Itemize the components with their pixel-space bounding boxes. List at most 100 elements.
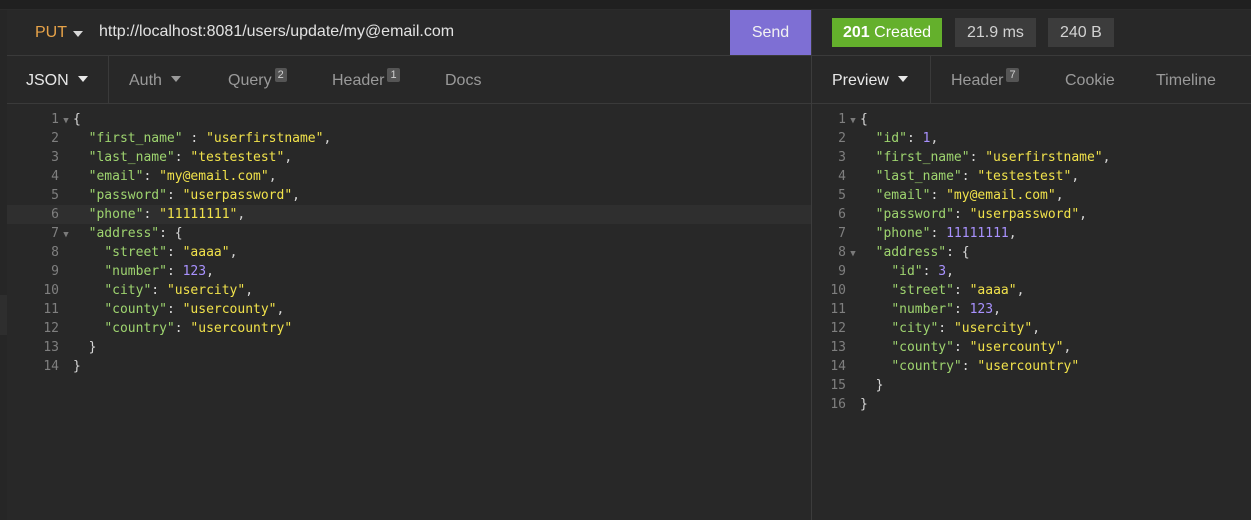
- code-token: "usercity": [953, 321, 1033, 336]
- url-input[interactable]: http://localhost:8081/users/update/my@em…: [99, 23, 454, 41]
- code-line: 3 "last_name": "testestest",: [7, 148, 811, 167]
- line-number: 9: [51, 264, 59, 279]
- line-number: 4: [51, 169, 59, 184]
- code-line: 3 "first_name": "userfirstname",: [794, 148, 1251, 167]
- code-token: "street": [104, 245, 167, 260]
- code-token: :: [930, 188, 947, 203]
- sidebar-strip: [0, 10, 7, 520]
- line-number: 10: [830, 283, 846, 298]
- code-token: ,: [268, 169, 277, 184]
- line-number: 7: [838, 226, 846, 241]
- code-token: "last_name": [88, 150, 175, 165]
- line-number: 16: [830, 397, 846, 412]
- code-token: ,: [930, 131, 939, 146]
- response-time-badge: 21.9 ms: [955, 18, 1036, 47]
- request-body-editor[interactable]: 1 ▼{2 "first_name" : "userfirstname", 3 "l…: [7, 110, 811, 376]
- response-tabs: Preview Header 7 Cookie Timeline: [812, 56, 1251, 104]
- code-token: ,: [323, 131, 332, 146]
- tab-header[interactable]: Header 1: [332, 56, 400, 103]
- line-number: 3: [838, 150, 846, 165]
- code-token: : {: [159, 226, 183, 241]
- tab-label: Preview: [832, 72, 889, 89]
- code-token: "last_name": [875, 169, 962, 184]
- code-line: 9 "id": 3,: [794, 262, 1251, 281]
- tab-auth[interactable]: Auth: [129, 56, 181, 103]
- code-token: ,: [1016, 283, 1025, 298]
- code-token: {: [73, 112, 81, 127]
- method-selector[interactable]: PUT: [35, 24, 67, 42]
- line-number: 11: [43, 302, 59, 317]
- chevron-down-icon[interactable]: [73, 31, 83, 37]
- code-token: :: [969, 150, 986, 165]
- code-token: ,: [1032, 321, 1041, 336]
- request-tabs: JSON Auth Query 2 Header 1 Docs: [7, 56, 811, 104]
- tab-query[interactable]: Query 2: [228, 56, 287, 103]
- code-token: :: [151, 283, 167, 298]
- tab-cookie[interactable]: Cookie: [1065, 56, 1115, 103]
- code-token: "first_name": [88, 131, 183, 146]
- response-pane: 201 Created 21.9 ms 240 B Preview Header…: [812, 10, 1251, 520]
- code-token: 123: [182, 264, 207, 279]
- tab-label: Query: [228, 72, 272, 89]
- response-body-viewer[interactable]: 1 ▼{2 "id": 1, 3 "first_name": "userfirstn…: [794, 110, 1251, 414]
- code-token: "usercountry": [190, 321, 293, 336]
- line-number: 1: [51, 112, 59, 127]
- code-line: 11 "number": 123,: [794, 300, 1251, 319]
- code-token: "aaaa": [182, 245, 230, 260]
- send-button[interactable]: Send: [730, 10, 811, 55]
- code-token: "country": [104, 321, 175, 336]
- code-token: ,: [276, 302, 285, 317]
- code-token: "number": [891, 302, 954, 317]
- tab-label: Timeline: [1156, 72, 1216, 89]
- request-pane: PUT http://localhost:8081/users/update/m…: [7, 10, 811, 520]
- tab-label: Docs: [445, 72, 482, 89]
- code-token: :: [166, 302, 183, 317]
- code-token: :: [182, 131, 207, 146]
- tab-preview[interactable]: Preview: [812, 56, 930, 103]
- code-line: 15 }: [794, 376, 1251, 395]
- code-line: 7 ▼ "address": {: [7, 224, 811, 243]
- code-token: }: [860, 378, 884, 393]
- tab-divider: [108, 56, 109, 103]
- code-token: ,: [1008, 226, 1017, 241]
- code-token: :: [166, 245, 183, 260]
- response-size-badge: 240 B: [1048, 18, 1114, 47]
- tab-json[interactable]: JSON: [7, 56, 108, 103]
- code-token: "password": [875, 207, 954, 222]
- line-number: 5: [838, 188, 846, 203]
- tab-label: Cookie: [1065, 72, 1115, 89]
- code-token: "street": [891, 283, 954, 298]
- code-token: "userpassword": [969, 207, 1080, 222]
- line-number: 4: [838, 169, 846, 184]
- tab-timeline[interactable]: Timeline: [1156, 56, 1216, 103]
- chevron-down-icon: [897, 76, 908, 82]
- code-token: "number": [104, 264, 167, 279]
- code-token: "usercountry": [977, 359, 1080, 374]
- response-status-bar: 201 Created 21.9 ms 240 B: [812, 10, 1251, 56]
- line-number: 5: [51, 188, 59, 203]
- code-token: "userfirstname": [206, 131, 324, 146]
- line-number: 15: [830, 378, 846, 393]
- code-token: :: [930, 226, 947, 241]
- tab-label: Auth: [129, 72, 162, 89]
- code-line: 4 "email": "my@email.com",: [7, 167, 811, 186]
- tab-docs[interactable]: Docs: [445, 56, 481, 103]
- code-token: "usercounty": [182, 302, 277, 317]
- window-top-bar: [0, 0, 1251, 10]
- tab-response-header[interactable]: Header 7: [951, 56, 1019, 103]
- line-number: 13: [43, 340, 59, 355]
- code-token: ,: [946, 264, 954, 279]
- code-token: }: [860, 397, 868, 412]
- code-line: 9 "number": 123,: [7, 262, 811, 281]
- line-number: 3: [51, 150, 59, 165]
- status-text: Created: [874, 24, 932, 41]
